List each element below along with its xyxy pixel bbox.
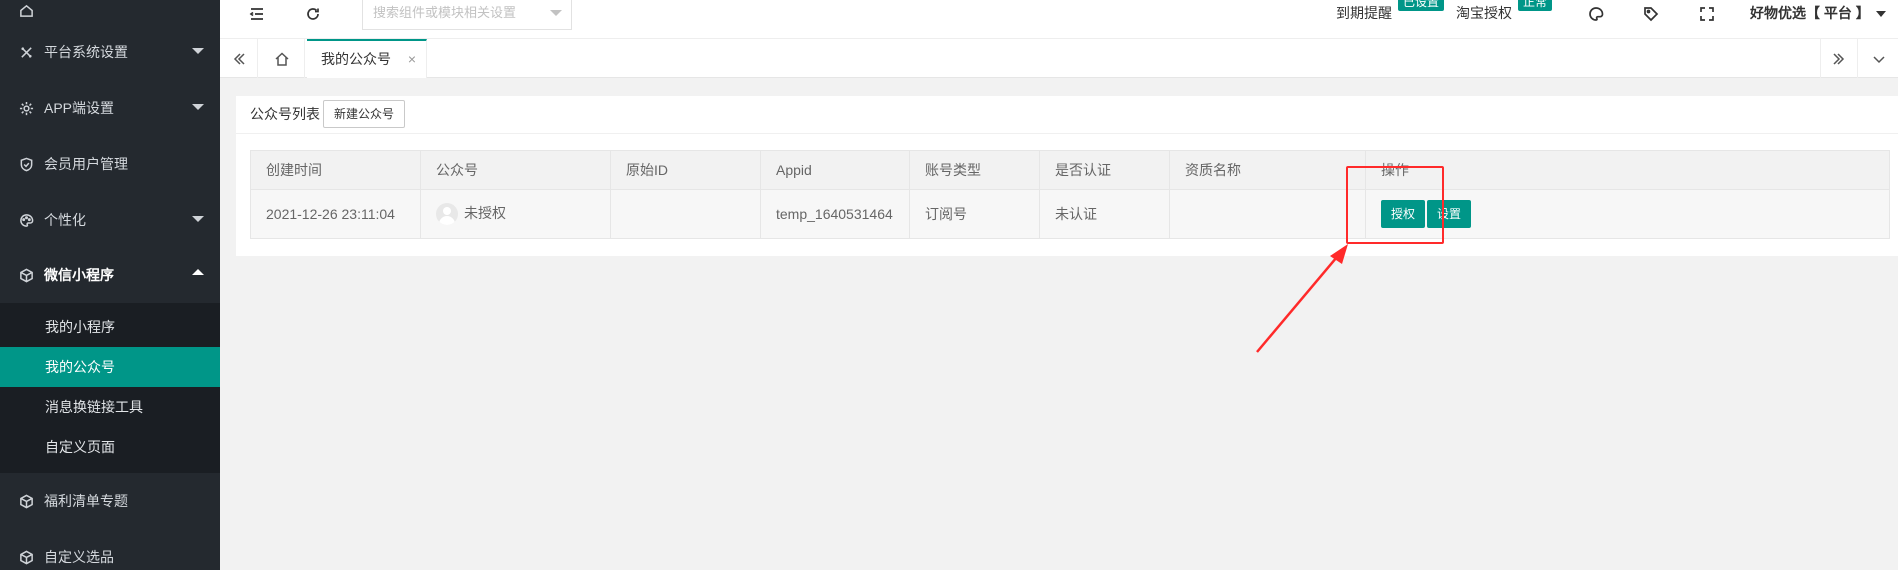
sidebar: 平台系统设置 APP端设置 会员用户管理 个性化 微信小程序 我的小程序 我的公… (0, 0, 220, 570)
shield-icon (18, 156, 34, 172)
sidebar-item-custom-selection[interactable]: 自定义选品 (0, 529, 220, 570)
search-input[interactable]: 搜索组件或模块相关设置 (362, 0, 572, 30)
sidebar-item-label: 福利清单专题 (44, 493, 128, 509)
chevron-down-icon (192, 104, 204, 110)
highlight-box (1346, 166, 1444, 244)
avatar (436, 203, 458, 226)
sidebar-subitem-my-official-account[interactable]: 我的公众号 (0, 347, 220, 387)
gear-icon (18, 100, 34, 116)
sidebar-subitem-link-tool[interactable]: 消息换链接工具 (0, 387, 220, 427)
tab-label: 我的公众号 (321, 51, 391, 67)
col-account-type: 账号类型 (909, 150, 1040, 190)
col-qualification: 资质名称 (1169, 150, 1366, 190)
official-account-card: 公众号列表 新建公众号 创建时间 公众号 原始ID Appid 账号类型 是否认… (236, 96, 1898, 256)
menu-collapse-icon[interactable] (247, 4, 267, 24)
home-icon (18, 2, 34, 18)
col-account: 公众号 (420, 150, 611, 190)
sidebar-item-label: APP端设置 (44, 100, 115, 116)
cube-icon (18, 493, 34, 509)
col-actions: 操作 (1365, 150, 1890, 190)
search-placeholder: 搜索组件或模块相关设置 (373, 5, 517, 20)
expiry-reminder-link[interactable]: 到期提醒 (1336, 4, 1392, 22)
taobao-auth-link[interactable]: 淘宝授权 (1456, 4, 1512, 22)
user-label: 好物优选【 平台 】 (1750, 5, 1870, 21)
cell-qualification (1169, 189, 1366, 239)
tag-icon[interactable] (1641, 4, 1661, 24)
col-original-id: 原始ID (610, 150, 761, 190)
col-verified: 是否认证 (1039, 150, 1170, 190)
cell-actions: 授权 设置 (1365, 189, 1890, 239)
expiry-status-badge: 已设置 (1398, 0, 1445, 11)
cell-appid: temp_1640531464 (760, 189, 910, 239)
refresh-icon[interactable] (303, 4, 323, 24)
card-title: 公众号列表 (250, 106, 320, 122)
sidebar-item-label: 微信小程序 (44, 267, 114, 283)
cell-account: 未授权 (420, 189, 611, 239)
sidebar-item-label: 会员用户管理 (44, 156, 128, 172)
theme-palette-icon[interactable] (1586, 4, 1606, 24)
table-header-row: 创建时间 公众号 原始ID Appid 账号类型 是否认证 资质名称 操作 (250, 150, 1890, 190)
new-official-account-button[interactable]: 新建公众号 (323, 100, 406, 128)
chevron-down-icon (192, 48, 204, 54)
sidebar-item-welfare-topic[interactable]: 福利清单专题 (0, 473, 220, 529)
col-appid: Appid (760, 150, 910, 190)
card-header: 公众号列表 新建公众号 (236, 96, 1898, 134)
tab-bar: 我的公众号 × (220, 38, 1898, 78)
sidebar-item-platform-settings[interactable]: 平台系统设置 (0, 24, 220, 80)
cell-verified: 未认证 (1039, 189, 1170, 239)
cell-original-id (610, 189, 761, 239)
cube-icon (18, 267, 34, 283)
user-menu[interactable]: 好物优选【 平台 】 (1750, 4, 1886, 22)
taobao-status-badge: 正常 (1518, 0, 1553, 11)
cell-account-type: 订阅号 (909, 189, 1040, 239)
annotation-arrow (1256, 244, 1348, 353)
top-header: 搜索组件或模块相关设置 到期提醒 已设置 淘宝授权 正常 好物优选【 平台 】 (220, 0, 1898, 38)
tools-icon (18, 44, 34, 60)
sidebar-item-label: 平台系统设置 (44, 44, 128, 60)
tab-my-official-account[interactable]: 我的公众号 × (307, 39, 427, 78)
chevron-down-icon (1875, 11, 1886, 18)
sidebar-item-app-settings[interactable]: APP端设置 (0, 80, 220, 136)
sidebar-item-member-management[interactable]: 会员用户管理 (0, 136, 220, 192)
sidebar-item-wechat-miniprogram[interactable]: 微信小程序 (0, 247, 220, 303)
chevron-down-icon (550, 10, 562, 16)
cube-icon (18, 549, 34, 565)
tab-menu-icon[interactable] (1860, 39, 1898, 78)
account-name: 未授权 (464, 204, 506, 221)
table-row: 2021-12-26 23:11:04 未授权 temp_1640531464 … (250, 189, 1890, 239)
fullscreen-icon[interactable] (1697, 4, 1717, 24)
sidebar-subitem-custom-page[interactable]: 自定义页面 (0, 427, 220, 467)
chevron-up-icon (192, 269, 204, 275)
official-account-table: 创建时间 公众号 原始ID Appid 账号类型 是否认证 资质名称 操作 20… (250, 150, 1890, 239)
home-icon[interactable] (260, 39, 305, 78)
sidebar-item-label: 个性化 (44, 212, 86, 228)
col-created: 创建时间 (250, 150, 421, 190)
sidebar-submenu: 我的小程序 我的公众号 消息换链接工具 自定义页面 (0, 303, 220, 473)
tab-scroll-left-icon[interactable] (220, 39, 258, 78)
chevron-down-icon (192, 216, 204, 222)
palette-icon (18, 212, 34, 228)
tab-scroll-right-icon[interactable] (1820, 39, 1858, 78)
close-icon[interactable]: × (408, 41, 416, 77)
cell-created: 2021-12-26 23:11:04 (250, 189, 421, 239)
sidebar-item-label: 自定义选品 (44, 549, 114, 565)
sidebar-item-personalization[interactable]: 个性化 (0, 192, 220, 248)
sidebar-subitem-my-miniprogram[interactable]: 我的小程序 (0, 307, 220, 347)
